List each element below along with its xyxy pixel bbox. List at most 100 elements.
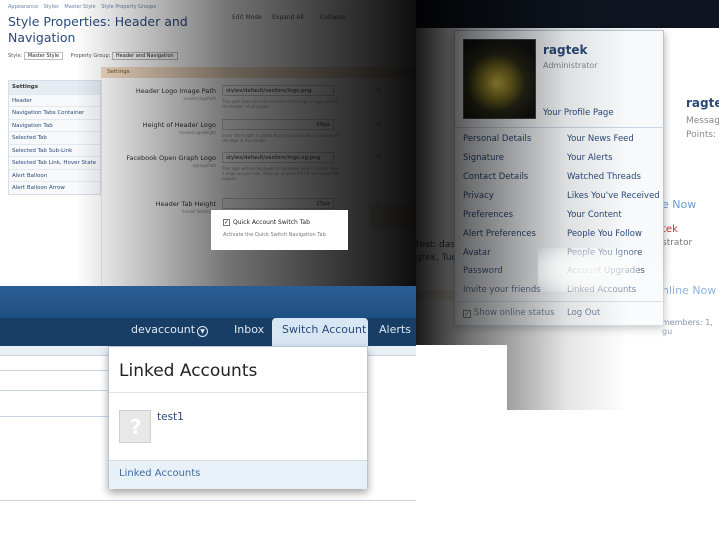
contact-details-link[interactable]: Contact Details — [463, 172, 528, 182]
avatar-placeholder-icon: ? — [130, 415, 142, 439]
sidebar-item-header[interactable]: Header — [9, 93, 100, 107]
sidebar-item-selected-tab-sub-link[interactable]: Selected Tab Sub-Link — [9, 143, 100, 157]
style-selector-row: Style: Master Style Property Group: Head… — [8, 52, 184, 60]
inbox-tab[interactable]: Inbox — [234, 323, 264, 336]
collapse-button[interactable]: Collapse — [320, 14, 346, 21]
property-input[interactable]: styles/default/xenforo/logo.og.png — [222, 152, 334, 163]
settings-header: Settings — [101, 67, 416, 78]
sidebar-item-alert-balloon-arrow[interactable]: Alert Balloon Arrow — [9, 181, 100, 194]
property-key: ogLogoPath — [192, 163, 216, 168]
sidebar-meta: Message Points: — [686, 114, 719, 142]
property-input[interactable]: 50px — [222, 119, 334, 130]
personal-details-link[interactable]: Personal Details — [463, 134, 531, 144]
expand-all-button[interactable]: Expand All — [272, 14, 304, 21]
divider — [455, 127, 665, 128]
invite-friends-link[interactable]: Invite your friends — [463, 285, 541, 295]
admin-style-properties-panel: Appearance Styles Master Style Style Pro… — [0, 0, 416, 286]
likes-received-link[interactable]: Likes You've Received — [567, 191, 660, 201]
property-input[interactable]: 25px — [222, 198, 334, 209]
show-online-toggle[interactable]: ✓ Show online status — [463, 308, 554, 318]
edit-pencil-icon[interactable]: ✎ — [376, 87, 382, 95]
watched-threads-link[interactable]: Watched Threads — [567, 172, 641, 182]
sidebar-item-selected-tab-hover[interactable]: Selected Tab Link, Hover State — [9, 156, 100, 169]
privacy-link[interactable]: Privacy — [463, 191, 494, 201]
sidebar-item-selected-tab[interactable]: Selected Tab — [9, 131, 100, 144]
property-key: headerLogoHeight — [179, 130, 216, 135]
group-label: Property Group: — [70, 53, 111, 59]
breadcrumb-item[interactable]: Master Style — [64, 4, 95, 10]
user-menu-tab[interactable]: devaccount ▼ — [131, 323, 209, 337]
switch-account-label: Switch Account — [282, 323, 367, 336]
signature-link[interactable]: Signature — [463, 153, 504, 163]
members-count: members: 1, gu — [662, 318, 713, 336]
sidebar-item-alert-balloon[interactable]: Alert Balloon — [9, 168, 100, 182]
switch-account-tab[interactable]: Switch Account — [272, 318, 368, 346]
style-label: Style: — [8, 53, 23, 59]
checkbox-icon[interactable]: ✓ — [463, 310, 471, 318]
avatar[interactable]: ? — [119, 410, 151, 443]
property-help: This logo will be displayed in Facebook … — [222, 166, 340, 181]
quick-account-switch-hint: Activate the Quick Switch Navigation Tab — [223, 232, 326, 238]
alert-preferences-link[interactable]: Alert Preferences — [463, 229, 536, 239]
preferences-link[interactable]: Preferences — [463, 210, 513, 220]
account-upgrades-link[interactable]: Account Upgrades — [567, 266, 645, 276]
people-you-follow-link[interactable]: People You Follow — [567, 229, 642, 239]
menu-user-role: Administrator — [543, 61, 598, 70]
avatar[interactable] — [463, 39, 536, 119]
user-menu-label: devaccount — [131, 323, 196, 336]
page-title: Style Properties: Header and Navigation — [8, 14, 188, 45]
site-header — [0, 286, 416, 318]
group-select[interactable]: Header and Navigation — [111, 52, 178, 60]
sidebar-item-navigation-tabs-container[interactable]: Navigation Tabs Container — [9, 106, 100, 119]
meta-messages: Message — [686, 116, 719, 126]
quick-account-switch-label: Quick Account Switch Tab — [233, 219, 310, 226]
breadcrumb-item[interactable]: Appearance — [8, 4, 38, 10]
edit-pencil-icon[interactable]: ✎ — [376, 121, 382, 129]
password-link[interactable]: Password — [463, 266, 503, 276]
breadcrumb: Appearance Styles Master Style Style Pro… — [8, 4, 160, 10]
property-sidebar: Settings Header Navigation Tabs Containe… — [8, 80, 101, 195]
property-input[interactable]: styles/default/xenforo/logo.png — [222, 85, 334, 96]
breadcrumb-item[interactable]: Styles — [44, 4, 59, 10]
sidebar-item-settings[interactable]: Settings — [9, 81, 100, 94]
sidebar-divider — [101, 80, 102, 286]
divider — [0, 390, 110, 391]
alerts-link[interactable]: Your Alerts — [567, 153, 613, 163]
linked-account-link[interactable]: test1 — [157, 411, 184, 423]
chevron-down-icon[interactable]: ▼ — [197, 326, 209, 337]
property-label: Facebook Open Graph Logo — [126, 154, 216, 162]
avatar-link[interactable]: Avatar — [463, 248, 491, 258]
divider — [455, 301, 665, 302]
online-heading-2: nline Now — [662, 284, 717, 297]
staff-name[interactable]: tek — [662, 224, 678, 235]
alerts-tab[interactable]: Alerts — [379, 323, 411, 336]
edit-pencil-icon[interactable]: ✎ — [376, 154, 382, 162]
divider — [109, 392, 367, 393]
edit-mode-button[interactable]: Edit Mode — [232, 14, 262, 21]
quick-account-switch-checkbox[interactable]: ✓ — [223, 219, 230, 226]
style-select[interactable]: Master Style — [23, 52, 64, 60]
linked-accounts-footer-link[interactable]: Linked Accounts — [119, 468, 200, 479]
property-key: headerLogoPath — [183, 96, 216, 101]
section-bar — [416, 290, 457, 300]
property-key: headerTabHeight — [181, 209, 216, 214]
breadcrumb-item[interactable]: Style Property Groups — [101, 4, 156, 10]
menu-username[interactable]: ragtek — [543, 43, 587, 57]
people-you-ignore-link[interactable]: People You Ignore — [567, 248, 642, 258]
news-feed-link[interactable]: Your News Feed — [567, 134, 634, 144]
logout-link[interactable]: Log Out — [567, 308, 600, 318]
property-label: Header Tab Height — [155, 200, 216, 208]
section-bar — [370, 205, 416, 229]
property-help: This path describes the location of the … — [222, 99, 339, 109]
account-dropdown-menu: ragtek Administrator Your Profile Page P… — [454, 30, 665, 326]
show-online-label: Show online status — [474, 308, 555, 318]
sidebar-item-navigation-tab[interactable]: Navigation Tab — [9, 118, 100, 132]
your-content-link[interactable]: Your Content — [567, 210, 622, 220]
your-profile-link[interactable]: Your Profile Page — [543, 108, 614, 118]
property-label: Height of Header Logo — [142, 121, 216, 129]
divider — [0, 416, 110, 417]
linked-accounts-link[interactable]: Linked Accounts — [567, 285, 636, 295]
site-navigation-panel: devaccount ▼ Inbox Switch Account Alerts … — [0, 286, 416, 552]
meta-points: Points: — [686, 130, 717, 140]
sidebar-username: ragtek — [686, 96, 719, 110]
